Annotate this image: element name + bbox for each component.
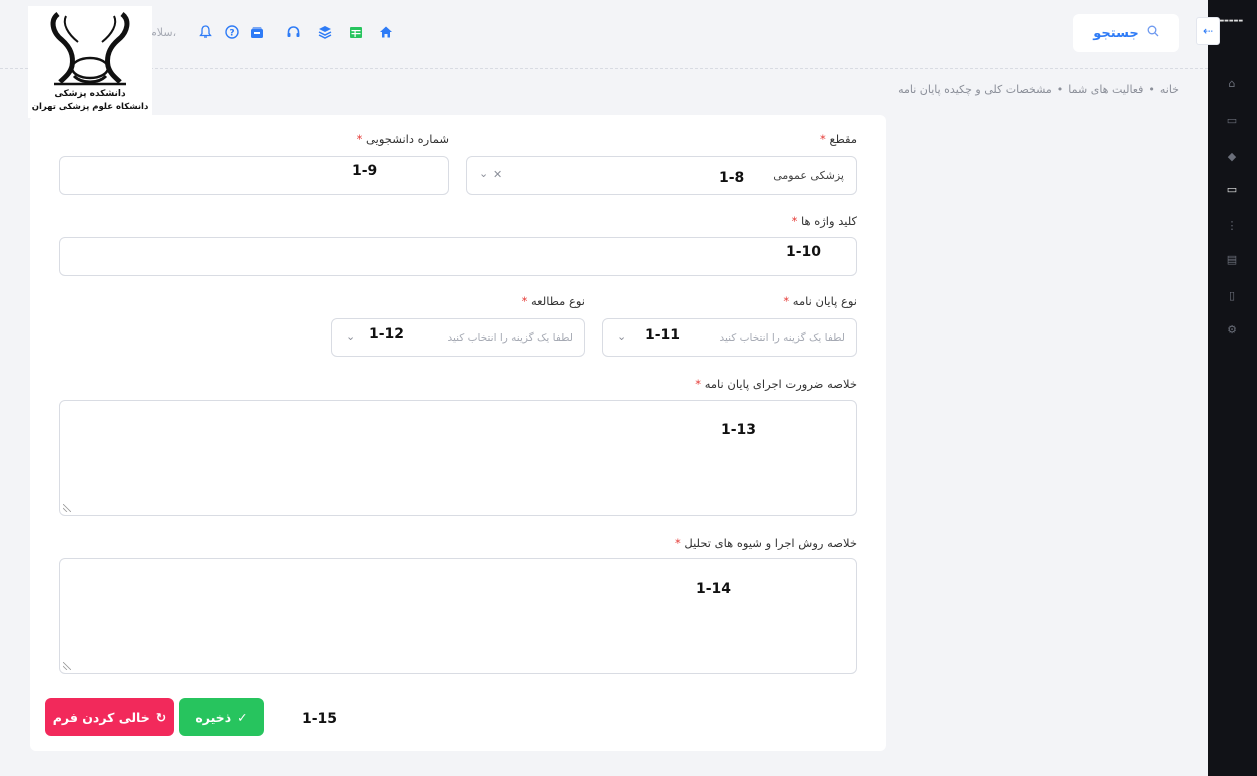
more-vertical-icon[interactable]: ⋮ [1225, 218, 1239, 232]
laptop-icon[interactable]: ▭ [1225, 113, 1239, 127]
annotation-1-9: 1-9 [352, 163, 378, 179]
methods-summary-textarea[interactable] [59, 558, 857, 674]
study-type-placeholder: لطفا یک گزینه را انتخاب کنید [447, 332, 573, 344]
home-icon[interactable] [378, 24, 394, 40]
resize-handle-icon[interactable] [63, 504, 71, 512]
annotation-1-15: 1-15 [302, 711, 338, 727]
annotation-1-14: 1-14 [696, 581, 732, 597]
university-logo: دانشکده پزشکی دانشکاه علوم پزشکی تهران [28, 6, 152, 118]
resize-handle-icon[interactable] [63, 662, 71, 670]
chevron-down-icon[interactable]: ⌄ [479, 167, 488, 180]
necessity-summary-label: خلاصه ضرورت اجرای پایان نامه * [695, 377, 857, 391]
greeting-text: سلام، [150, 26, 177, 39]
necessity-summary-textarea[interactable] [59, 400, 857, 516]
search-button[interactable]: جستجو [1073, 14, 1179, 52]
student-number-label: شماره دانشجویی * [356, 132, 449, 146]
header-divider [0, 68, 1208, 69]
maqta-selected-value: پزشکی عمومی [773, 169, 844, 182]
maqta-select[interactable]: پزشکی عمومی ✕ ⌄ [466, 156, 857, 195]
search-icon [1147, 25, 1159, 41]
annotation-1-11: 1-11 [645, 327, 681, 343]
bell-icon[interactable] [197, 24, 213, 40]
clear-selection-icon[interactable]: ✕ [493, 168, 502, 181]
thesis-type-label: نوع پایان نامه * [783, 294, 857, 308]
clear-form-button[interactable]: ↻ خالی کردن فرم [45, 698, 174, 736]
thesis-type-select[interactable]: لطفا یک گزینه را انتخاب کنید ⌄ [602, 318, 857, 357]
annotation-1-10: 1-10 [786, 244, 822, 260]
clear-form-label: خالی کردن فرم [52, 709, 150, 725]
breadcrumb-activities[interactable]: فعالیت های شما [1068, 83, 1143, 96]
save-label: ذخیره [195, 709, 232, 725]
breadcrumb-current: مشخصات کلی و چکیده پایان نامه [898, 83, 1052, 96]
layers-icon[interactable] [317, 24, 333, 40]
chevron-down-icon[interactable]: ⌄ [346, 330, 355, 343]
save-button[interactable]: ✓ ذخیره [179, 698, 264, 736]
maqta-label: مقطع * [820, 132, 857, 146]
keywords-label: کلید واژه ها * [791, 214, 857, 228]
keywords-field[interactable] [59, 237, 857, 276]
help-icon[interactable]: ? [224, 24, 240, 40]
logo-title: دانشکده پزشکی [54, 89, 126, 99]
annotation-1-13: 1-13 [721, 422, 757, 438]
right-sidebar: ■▬▬▬▬▬▬ ⌂ ▭ ◆ ▭ ⋮ ▤ ▯ ⚙ [1208, 0, 1257, 776]
annotation-1-8: 1-8 [719, 170, 745, 186]
thesis-type-placeholder: لطفا یک گزینه را انتخاب کنید [719, 332, 845, 344]
graduation-cap-icon[interactable]: ◆ [1225, 149, 1239, 163]
settings-gears-icon[interactable]: ⚙ [1225, 322, 1239, 336]
study-type-label: نوع مطالعه * [521, 294, 585, 308]
student-number-field[interactable] [59, 156, 449, 195]
search-label: جستجو [1093, 25, 1139, 41]
support-icon[interactable] [285, 24, 301, 40]
home-outline-icon[interactable]: ⌂ [1225, 76, 1239, 90]
methods-summary-label: خلاصه روش اجرا و شیوه های تحلیل * [674, 536, 857, 550]
svg-text:?: ? [229, 29, 234, 39]
breadcrumb-home[interactable]: خانه [1160, 83, 1179, 96]
logo-emblem-icon [50, 12, 130, 86]
laptop-active-icon[interactable]: ▭ [1225, 182, 1239, 196]
annotation-1-12: 1-12 [369, 326, 405, 342]
file-upload-icon[interactable]: ▤ [1225, 252, 1239, 266]
logo-subtitle: دانشکاه علوم پزشکی تهران [31, 102, 149, 112]
chevron-down-icon[interactable]: ⌄ [617, 330, 626, 343]
check-icon: ✓ [237, 709, 248, 725]
document-icon[interactable]: ▯ [1225, 288, 1239, 302]
inbox-icon[interactable] [249, 24, 265, 40]
top-bar: سلام، ? جستجو [0, 0, 1208, 68]
breadcrumb: خانه•فعالیت های شما•مشخصات کلی و چکیده پ… [898, 83, 1179, 96]
refresh-icon: ↻ [155, 709, 167, 725]
table-icon[interactable] [348, 24, 364, 40]
